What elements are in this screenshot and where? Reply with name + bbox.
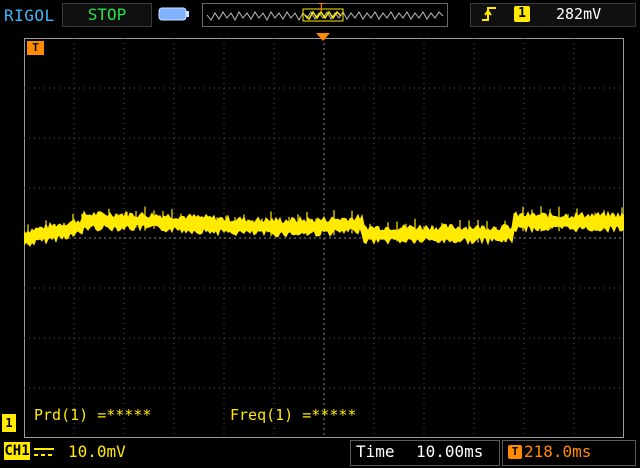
timeline-waveform-icon xyxy=(206,8,444,22)
trigger-source-badge: 1 xyxy=(514,6,530,22)
channel1-marker-label: 1 xyxy=(5,416,13,430)
trigger-level: 282mV xyxy=(556,5,602,23)
waveform-grid xyxy=(24,38,624,438)
trigger-time-marker-icon xyxy=(316,33,330,41)
memory-timeline[interactable] xyxy=(202,3,448,27)
timebase-value: 10.00ms xyxy=(416,442,484,461)
channel1-vertical-scale: 10.0mV xyxy=(68,442,126,461)
channel1-trace xyxy=(24,210,624,247)
measurement-frequency: Freq(1) =***** xyxy=(230,406,357,424)
trigger-offset-icon: T xyxy=(508,445,522,459)
measurement-period: Prd(1) =***** xyxy=(34,406,152,424)
timebase-label: Time xyxy=(356,442,395,461)
run-stop-status[interactable]: STOP xyxy=(62,3,152,27)
trigger-offset-value: 218.0ms xyxy=(524,442,592,461)
rising-edge-icon xyxy=(482,7,496,21)
trigger-position-marker: T xyxy=(27,41,44,55)
battery-icon xyxy=(158,7,189,21)
channel1-button[interactable]: CH1 xyxy=(4,442,30,460)
timeline-trigger-marker: T xyxy=(318,1,325,14)
dc-coupling-icon xyxy=(34,448,54,456)
brand-logo: RIGOL xyxy=(4,6,55,25)
